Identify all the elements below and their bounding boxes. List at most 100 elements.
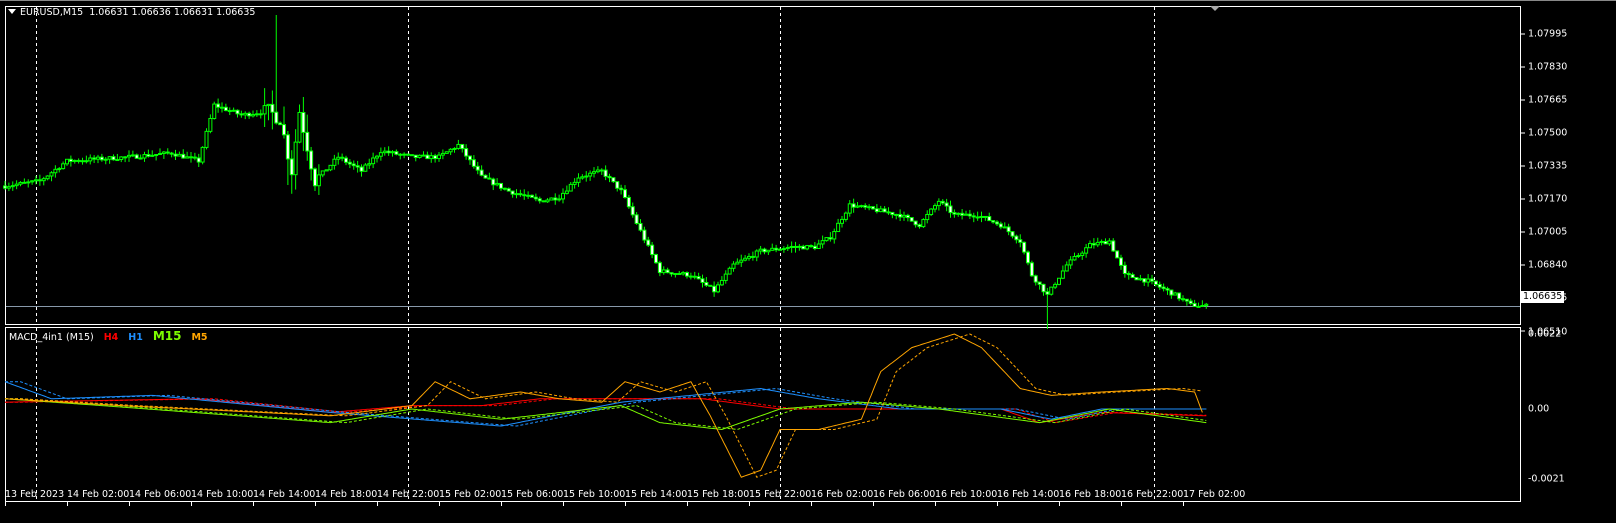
time-tick-label: 16 Feb 14:00 <box>997 489 1060 500</box>
candle-body <box>1091 243 1096 246</box>
current-price-label: 1.06635 <box>1521 291 1565 303</box>
candle-body <box>603 169 608 177</box>
candle-body <box>1134 277 1139 281</box>
candle-body <box>119 156 124 161</box>
macd-line-h1 <box>4 381 1207 427</box>
candle-body <box>18 181 23 185</box>
candle-body <box>708 284 713 287</box>
candle-body <box>758 248 763 252</box>
candle-body <box>650 244 655 256</box>
candle-body <box>417 154 422 158</box>
candle-body <box>646 239 651 246</box>
candle-body <box>452 147 457 150</box>
candle-body <box>716 284 720 293</box>
candle-body <box>1006 226 1011 233</box>
candle-body <box>731 263 736 269</box>
candle-body <box>351 163 356 167</box>
candle-body <box>654 254 658 264</box>
candle-body <box>142 154 147 159</box>
chart-window[interactable]: EURUSD,M15 1.06631 1.06636 1.06631 1.066… <box>0 0 1616 522</box>
candle-body <box>1146 278 1151 283</box>
time-tick-label: 16 Feb 06:00 <box>873 489 936 500</box>
candle-body <box>189 156 193 159</box>
time-tick-label: 16 Feb 18:00 <box>1059 489 1122 500</box>
candle-body <box>185 156 190 159</box>
candle-body <box>801 245 806 250</box>
candle-body <box>940 200 945 204</box>
candle-body <box>1115 250 1120 259</box>
chart-canvas[interactable] <box>0 1 1616 523</box>
candle-body <box>580 176 585 179</box>
price-tick-label: 1.07995 <box>1528 28 1568 40</box>
dropdown-triangle-icon[interactable] <box>8 9 16 14</box>
candle-body <box>65 158 69 165</box>
candle-body <box>26 181 31 184</box>
candle-body <box>1064 264 1069 272</box>
candle-body <box>266 103 271 107</box>
price-tick-label: 1.07830 <box>1528 61 1568 73</box>
candle-body <box>146 154 151 157</box>
time-tick-label: 15 Feb 10:00 <box>563 489 626 500</box>
candle-body <box>1010 231 1015 237</box>
candle-body <box>1022 241 1027 253</box>
candle-body <box>979 215 984 218</box>
indicator-legend: MACD_4in1 (M15) H4 H1 M15 M5 <box>9 329 208 343</box>
candle-body <box>522 194 527 197</box>
candle-body <box>665 269 670 274</box>
candle-body <box>611 177 616 183</box>
macd-axis-zero: 0.00 <box>1528 403 1550 415</box>
candle-body <box>158 153 162 156</box>
candle-body <box>630 206 635 216</box>
symbol-label: EURUSD,M15 <box>20 7 84 18</box>
candle-body <box>130 154 135 157</box>
candle-body <box>510 190 515 195</box>
candle-body <box>592 171 596 174</box>
candle-body <box>975 216 980 219</box>
time-tick-label: 15 Feb 22:00 <box>749 489 812 500</box>
candle-body <box>169 152 174 155</box>
candle-body <box>809 245 813 248</box>
price-tick-label: 1.07335 <box>1528 160 1568 172</box>
candle-body <box>293 141 298 176</box>
candle-body <box>495 182 500 186</box>
candle-body <box>68 158 73 162</box>
candle-body <box>3 185 7 189</box>
candle-body <box>231 109 236 112</box>
candle-body <box>704 281 709 286</box>
candle-body <box>1080 252 1085 256</box>
candle-body <box>1095 241 1100 246</box>
candle-body <box>692 275 697 278</box>
candle-body <box>929 208 934 215</box>
candle-body <box>921 219 926 228</box>
macd-signal-h1 <box>5 381 1207 427</box>
candle-body <box>739 259 744 263</box>
time-tick-label: 14 Feb 18:00 <box>315 489 378 500</box>
candle-body <box>987 216 992 222</box>
candle-body <box>568 183 573 192</box>
candle-body <box>541 200 546 203</box>
candle-body <box>995 221 999 225</box>
candle-body <box>828 237 833 240</box>
candle-body <box>553 197 558 201</box>
candle-body <box>1150 278 1154 282</box>
candle-body <box>669 272 674 275</box>
candle-body <box>1196 305 1201 308</box>
candle-body <box>429 155 434 160</box>
candle-body <box>557 198 562 201</box>
candle-body <box>6 186 11 189</box>
candle-body <box>41 178 46 182</box>
candle-body <box>723 273 728 281</box>
candle-body <box>781 248 786 251</box>
candle-body <box>320 170 325 176</box>
candle-body <box>289 158 294 176</box>
candle-body <box>313 168 317 187</box>
candle-body <box>111 156 116 161</box>
candle-body <box>878 208 883 213</box>
candle-body <box>936 200 941 207</box>
legend-m5: M5 <box>191 332 208 343</box>
candle-body <box>700 278 705 283</box>
candle-body <box>1041 283 1046 293</box>
candle-body <box>212 103 217 119</box>
candle-body <box>208 117 213 132</box>
candle-body <box>797 245 802 248</box>
